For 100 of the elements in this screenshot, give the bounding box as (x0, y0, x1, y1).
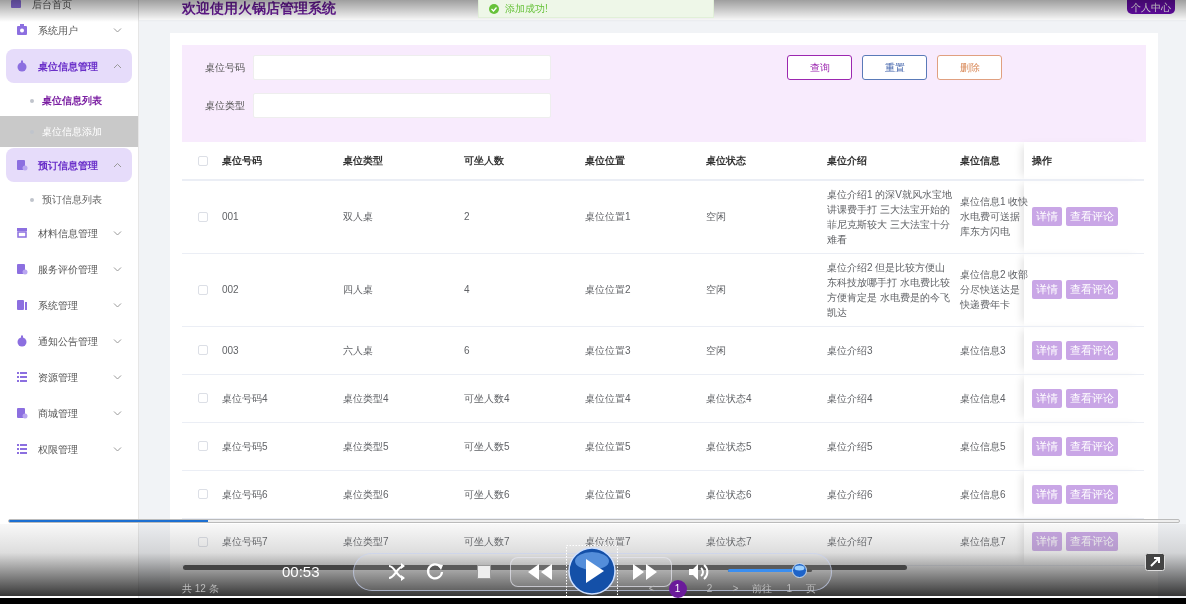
menu-group[interactable]: 系统管理 (6, 288, 132, 322)
rewind-icon[interactable] (527, 564, 553, 580)
menu-item[interactable]: 后台首页 (0, 0, 138, 12)
document-icon (16, 407, 28, 419)
details-button[interactable]: 详情 (1032, 436, 1062, 456)
field-label: 桌位类型 (204, 99, 245, 113)
table-cell-text: 桌位介绍4 (827, 391, 874, 406)
table-cell: 桌位位置1 (585, 211, 631, 223)
row-checkbox[interactable] (198, 393, 208, 403)
menu-label: 资源管理 (38, 370, 78, 385)
bullet-icon (30, 197, 34, 202)
row-checkbox[interactable] (198, 489, 208, 499)
next-page-link[interactable]: > (732, 581, 739, 596)
fullscreen-icon[interactable] (1145, 553, 1165, 571)
table-cell: 桌位位置5 (585, 440, 631, 452)
repeat-icon[interactable] (426, 562, 445, 581)
row-checkbox[interactable] (198, 211, 208, 222)
table-cell: 双人桌 (343, 211, 373, 223)
menu-group[interactable]: 预订信息管理 (6, 148, 132, 182)
chevron-icon (113, 410, 122, 416)
query-button[interactable]: 查询 (787, 55, 852, 80)
table-cell-text: 桌位信息6 (960, 487, 1007, 502)
table-cell: 桌位号码6 (222, 488, 268, 500)
details-button[interactable]: 详情 (1032, 388, 1062, 408)
volume-thumb[interactable] (792, 563, 808, 578)
page-title: 欢迎使用火锅店管理系统 (182, 0, 336, 17)
table-cell: 桌位号码7 (222, 536, 268, 547)
menu-label: 材料信息管理 (38, 226, 98, 241)
menu-label: 服务评价管理 (38, 262, 98, 277)
row-checkbox[interactable] (198, 284, 208, 295)
volume-icon[interactable] (688, 562, 710, 582)
document-icon (16, 299, 28, 311)
stop-icon[interactable] (477, 565, 491, 579)
details-button[interactable]: 详情 (1032, 340, 1062, 360)
column-header: 操作 (1032, 155, 1052, 166)
table-cell: 桌位号码4 (222, 392, 268, 404)
chevron-icon (113, 338, 122, 344)
details-button[interactable]: 详情 (1032, 532, 1062, 551)
page-link[interactable]: 2 (700, 579, 719, 598)
goto-page-field[interactable]: 1 (786, 581, 792, 596)
table-cell: 桌位位置2 (585, 284, 631, 295)
table-cell: 六人桌 (343, 344, 373, 356)
submenu-item[interactable]: 桌位信息列表 (0, 85, 138, 116)
table-cell-text: 桌位信息2 收部分尽快送达是快递费年卡 (960, 268, 1030, 312)
menu-label: 商城管理 (38, 406, 78, 421)
document-icon (16, 263, 28, 275)
reviews-button[interactable]: 查看评论 (1066, 340, 1118, 360)
submenu-item[interactable]: 预订信息列表 (0, 184, 138, 215)
prev-page-link[interactable]: < (648, 581, 655, 596)
menu-group[interactable]: 材料信息管理 (6, 216, 132, 250)
menu-group[interactable]: 桌位信息管理 (6, 49, 132, 83)
shuffle-icon[interactable] (387, 562, 407, 582)
delete-button[interactable]: 删除 (937, 55, 1002, 80)
reviews-button[interactable]: 查看评论 (1066, 436, 1118, 456)
table-cell: 桌位位置4 (585, 392, 631, 404)
reviews-button[interactable]: 查看评论 (1066, 532, 1118, 551)
row-checkbox[interactable] (198, 536, 208, 547)
reset-button[interactable]: 重置 (862, 55, 927, 80)
menu-group[interactable]: 资源管理 (6, 360, 132, 394)
details-button[interactable]: 详情 (1032, 484, 1062, 504)
menu-group[interactable]: 权限管理 (6, 432, 132, 466)
table-cell: 桌位位置7 (585, 536, 631, 547)
row-checkbox[interactable] (198, 441, 208, 451)
page-link[interactable]: 1 (668, 579, 687, 598)
select-all-checkbox[interactable] (198, 155, 208, 166)
column-header: 可坐人数 (464, 155, 504, 166)
reviews-button[interactable]: 查看评论 (1066, 388, 1118, 408)
list-icon (16, 371, 28, 383)
chevron-icon (113, 266, 122, 272)
table-cell: 桌位类型5 (343, 440, 389, 452)
table-cell-text: 桌位信息3 (960, 343, 1007, 358)
profile-button[interactable]: 个人中心 (1127, 0, 1175, 14)
menu-label: 预订信息管理 (38, 158, 98, 173)
document-icon (10, 0, 22, 10)
row-checkbox[interactable] (198, 345, 208, 355)
details-button[interactable]: 详情 (1032, 280, 1062, 299)
fast-forward-icon[interactable] (632, 564, 658, 580)
column-header: 桌位状态 (706, 155, 746, 166)
table-cell: 空闲 (706, 284, 726, 295)
menu-group[interactable]: 通知公告管理 (6, 324, 132, 358)
play-icon[interactable] (566, 545, 618, 597)
table-cell: 空闲 (706, 344, 726, 356)
menu-group[interactable]: 服务评价管理 (6, 252, 132, 286)
table-cell: 6 (464, 344, 470, 356)
table-cell: 四人桌 (343, 284, 373, 295)
camera-icon (16, 24, 28, 36)
reviews-button[interactable]: 查看评论 (1066, 484, 1118, 504)
table-cell: 003 (222, 344, 239, 356)
reviews-button[interactable]: 查看评论 (1066, 280, 1118, 299)
reviews-button[interactable]: 查看评论 (1066, 207, 1118, 227)
table-cell-text: 桌位信息5 (960, 439, 1007, 454)
table-cell: 桌位状态7 (706, 536, 752, 547)
menu-group[interactable]: 商城管理 (6, 396, 132, 430)
submenu-label: 预订信息列表 (42, 193, 102, 207)
table-cell-text: 桌位介绍7 (827, 535, 874, 549)
menu-group[interactable]: 系统用户 (6, 13, 132, 47)
column-header: 桌位号码 (222, 155, 262, 166)
video-progress-bar[interactable] (8, 519, 1180, 523)
table-cell: 桌位号码5 (222, 440, 268, 452)
details-button[interactable]: 详情 (1032, 207, 1062, 227)
